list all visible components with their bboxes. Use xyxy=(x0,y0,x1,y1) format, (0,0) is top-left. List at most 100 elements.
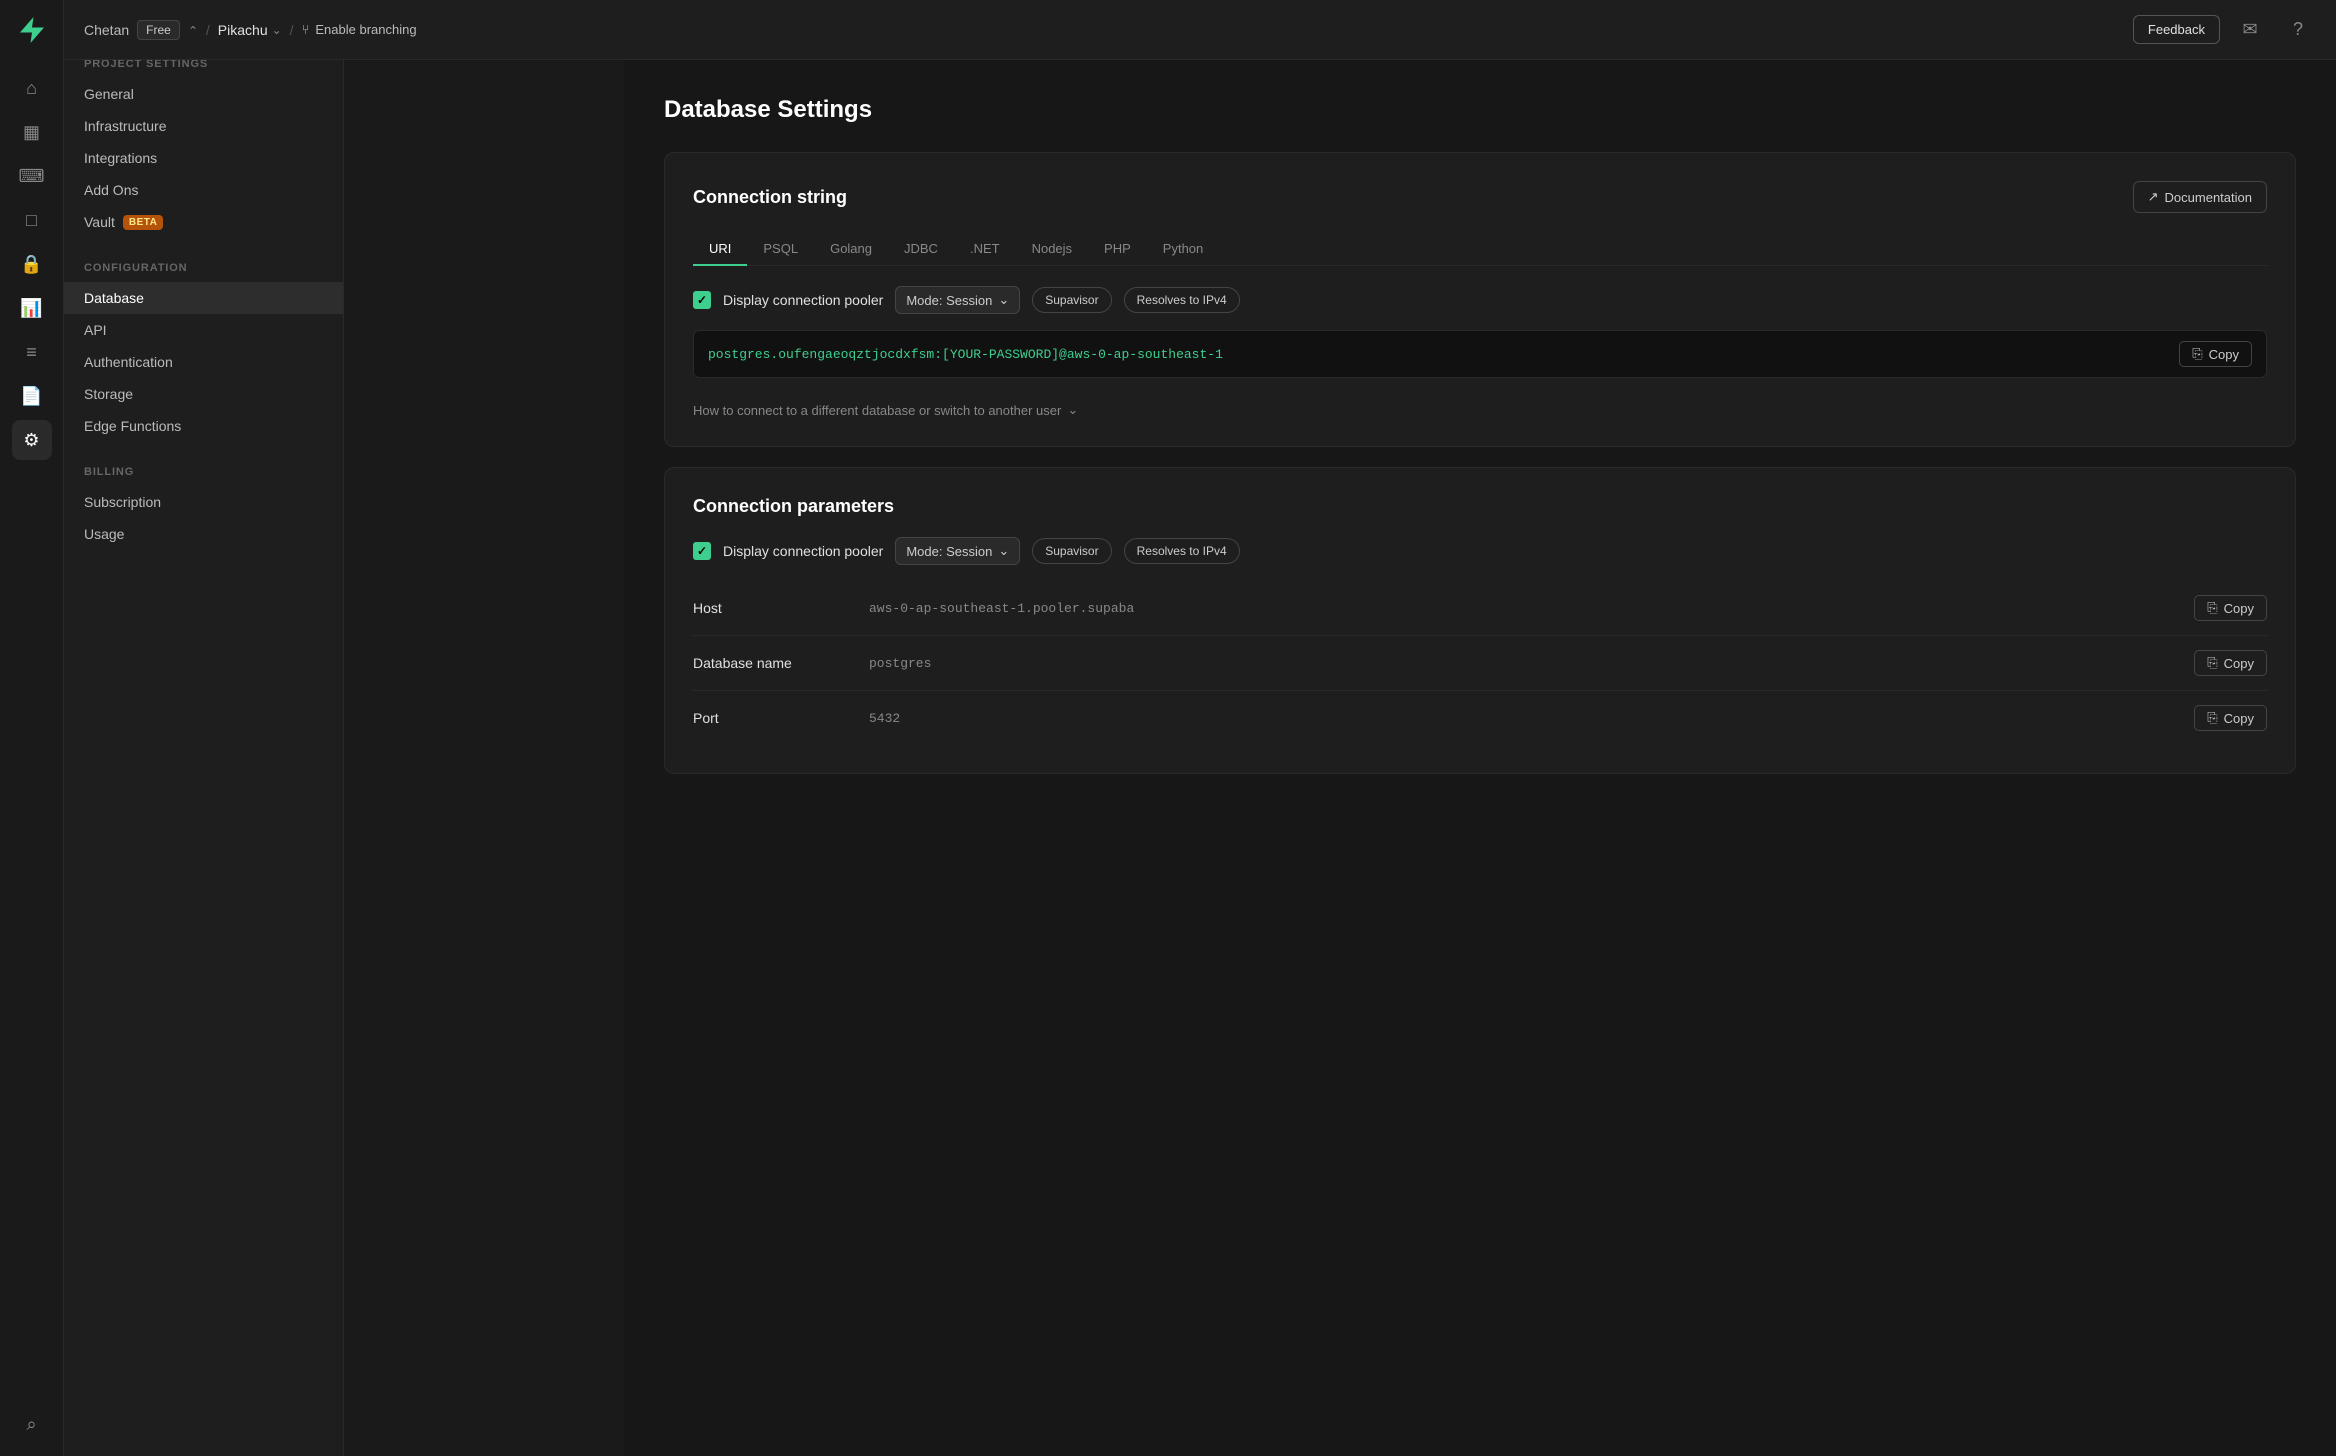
params-mode-select-chevron: ⌄ xyxy=(998,543,1009,559)
feedback-button[interactable]: Feedback xyxy=(2133,15,2220,44)
branch-label: Enable branching xyxy=(315,22,416,37)
param-port-value: 5432 xyxy=(869,711,2178,726)
sidebar-item-infrastructure-label: Infrastructure xyxy=(84,118,166,134)
sidebar-section-project-settings-title: PROJECT SETTINGS xyxy=(64,58,343,78)
sidebar-item-usage[interactable]: Usage xyxy=(64,518,343,550)
connection-string-copy-button[interactable]: ⎘ Copy xyxy=(2179,341,2252,367)
copy-dbname-label: Copy xyxy=(2224,656,2254,671)
topbar-notification-icon[interactable]: ✉ xyxy=(2232,12,2268,48)
how-to-connect-label: How to connect to a different database o… xyxy=(693,403,1061,418)
topbar-slash-1: / xyxy=(206,22,210,38)
main-content: Database Settings Connection string ↗ Do… xyxy=(624,60,2336,1456)
param-dbname-label: Database name xyxy=(693,655,853,671)
connection-params-pooler-checkbox[interactable] xyxy=(693,542,711,560)
connection-string-value: postgres.oufengaeoqztjocdxfsm:[YOUR-PASS… xyxy=(708,347,2169,362)
topbar-left: Chetan Free ⌄ / Pikachu ⌄ / ⑂ Enable bra… xyxy=(84,20,2123,40)
param-host-copy-button[interactable]: ⎘ Copy xyxy=(2194,595,2267,621)
page-title: Database Settings xyxy=(664,96,2296,124)
connection-string-pooler-row: Display connection pooler Mode: Session … xyxy=(693,286,2267,314)
tab-net[interactable]: .NET xyxy=(954,233,1016,266)
connection-string-field: postgres.oufengaeoqztjocdxfsm:[YOUR-PASS… xyxy=(693,330,2267,378)
sidebar-item-integrations-label: Integrations xyxy=(84,150,157,166)
param-dbname-value: postgres xyxy=(869,656,2178,671)
connection-string-resolves-pill[interactable]: Resolves to IPv4 xyxy=(1124,287,1240,313)
sidebar-item-edge-functions[interactable]: Edge Functions xyxy=(64,410,343,442)
sidebar-item-general-label: General xyxy=(84,86,134,102)
sidebar-section-configuration-title: CONFIGURATION xyxy=(64,262,343,282)
topbar-help-icon[interactable]: ? xyxy=(2280,12,2316,48)
connection-params-table: Host aws-0-ap-southeast-1.pooler.supaba … xyxy=(693,581,2267,745)
rail-docs-icon[interactable]: 📄 xyxy=(12,376,52,416)
how-to-connect-row[interactable]: How to connect to a different database o… xyxy=(693,394,2267,418)
param-dbname-copy-button[interactable]: ⎘ Copy xyxy=(2194,650,2267,676)
topbar-project-name-text: Pikachu xyxy=(218,22,268,38)
sidebar-section-billing: BILLING Subscription Usage xyxy=(64,466,343,550)
sidebar-item-vault[interactable]: Vault BETA xyxy=(64,206,343,238)
connection-string-title: Connection string xyxy=(693,187,847,208)
sidebar-section-configuration: CONFIGURATION Database API Authenticatio… xyxy=(64,262,343,442)
mode-select-chevron: ⌄ xyxy=(998,292,1009,308)
connection-params-pooler-row: Display connection pooler Mode: Session … xyxy=(693,537,2267,565)
topbar-branch-btn[interactable]: ⑂ Enable branching xyxy=(302,22,417,37)
rail-auth-icon[interactable]: 🔒 xyxy=(12,244,52,284)
sidebar-item-api-label: API xyxy=(84,322,107,338)
param-host-value: aws-0-ap-southeast-1.pooler.supaba xyxy=(869,601,2178,616)
tab-golang[interactable]: Golang xyxy=(814,233,888,266)
connection-params-card-header: Connection parameters xyxy=(693,496,2267,517)
sidebar-section-project-settings: PROJECT SETTINGS General Infrastructure … xyxy=(64,58,343,238)
rail-home-icon[interactable]: ⌂ xyxy=(12,68,52,108)
sidebar-item-storage[interactable]: Storage xyxy=(64,378,343,410)
rail-search-icon[interactable]: ⌕ xyxy=(12,1404,52,1444)
connection-params-resolves-pill[interactable]: Resolves to IPv4 xyxy=(1124,538,1240,564)
param-port-copy-button[interactable]: ⎘ Copy xyxy=(2194,705,2267,731)
sidebar-item-api[interactable]: API xyxy=(64,314,343,346)
external-link-icon: ↗ xyxy=(2148,189,2159,205)
sidebar-item-authentication-label: Authentication xyxy=(84,354,173,370)
sidebar-item-infrastructure[interactable]: Infrastructure xyxy=(64,110,343,142)
sidebar-item-subscription-label: Subscription xyxy=(84,494,161,510)
rail-table-icon[interactable]: ▦ xyxy=(12,112,52,152)
param-port-label: Port xyxy=(693,710,853,726)
sidebar: Settings PROJECT SETTINGS General Infras… xyxy=(64,0,344,1456)
sidebar-item-vault-label: Vault xyxy=(84,214,115,230)
logo[interactable] xyxy=(14,12,50,48)
sidebar-item-addons[interactable]: Add Ons xyxy=(64,174,343,206)
topbar-project-name[interactable]: Pikachu ⌄ xyxy=(218,22,282,38)
rail-terminal-icon[interactable]: ⌨ xyxy=(12,156,52,196)
topbar-right: Feedback ✉ ? xyxy=(2133,12,2316,48)
tab-uri[interactable]: URI xyxy=(693,233,747,266)
rail-settings-icon[interactable]: ⚙ xyxy=(12,420,52,460)
param-row-dbname: Database name postgres ⎘ Copy xyxy=(693,636,2267,691)
topbar-project-chevron[interactable]: ⌄ xyxy=(188,23,198,37)
sidebar-item-subscription[interactable]: Subscription xyxy=(64,486,343,518)
doc-btn-label: Documentation xyxy=(2165,190,2252,205)
tab-php[interactable]: PHP xyxy=(1088,233,1147,266)
connection-string-card: Connection string ↗ Documentation URI PS… xyxy=(664,152,2296,447)
sidebar-item-integrations[interactable]: Integrations xyxy=(64,142,343,174)
sidebar-item-authentication[interactable]: Authentication xyxy=(64,346,343,378)
copy-dbname-icon: ⎘ xyxy=(2207,655,2217,671)
connection-string-mode-select[interactable]: Mode: Session ⌄ xyxy=(895,286,1020,314)
rail-reports-icon[interactable]: 📊 xyxy=(12,288,52,328)
sidebar-item-general[interactable]: General xyxy=(64,78,343,110)
connection-string-pooler-checkbox[interactable] xyxy=(693,291,711,309)
documentation-button[interactable]: ↗ Documentation xyxy=(2133,181,2267,213)
sidebar-item-storage-label: Storage xyxy=(84,386,133,402)
tab-nodejs[interactable]: Nodejs xyxy=(1016,233,1088,266)
connection-string-supavisor-pill[interactable]: Supavisor xyxy=(1032,287,1111,313)
connection-params-mode-select[interactable]: Mode: Session ⌄ xyxy=(895,537,1020,565)
sidebar-item-edge-functions-label: Edge Functions xyxy=(84,418,181,434)
tab-jdbc[interactable]: JDBC xyxy=(888,233,954,266)
sidebar-item-database[interactable]: Database xyxy=(64,282,343,314)
rail-logs-icon[interactable]: ≡ xyxy=(12,332,52,372)
connection-params-supavisor-pill[interactable]: Supavisor xyxy=(1032,538,1111,564)
copy-host-label: Copy xyxy=(2224,601,2254,616)
tab-psql[interactable]: PSQL xyxy=(747,233,814,266)
topbar-project-chevron-down: ⌄ xyxy=(272,23,282,37)
how-to-connect-chevron: ⌄ xyxy=(1067,402,1078,418)
copy-host-icon: ⎘ xyxy=(2207,600,2217,616)
tab-python[interactable]: Python xyxy=(1147,233,1219,266)
branch-icon: ⑂ xyxy=(302,22,310,37)
connection-params-pooler-label: Display connection pooler xyxy=(723,543,883,559)
rail-storage-icon[interactable]: □ xyxy=(12,200,52,240)
